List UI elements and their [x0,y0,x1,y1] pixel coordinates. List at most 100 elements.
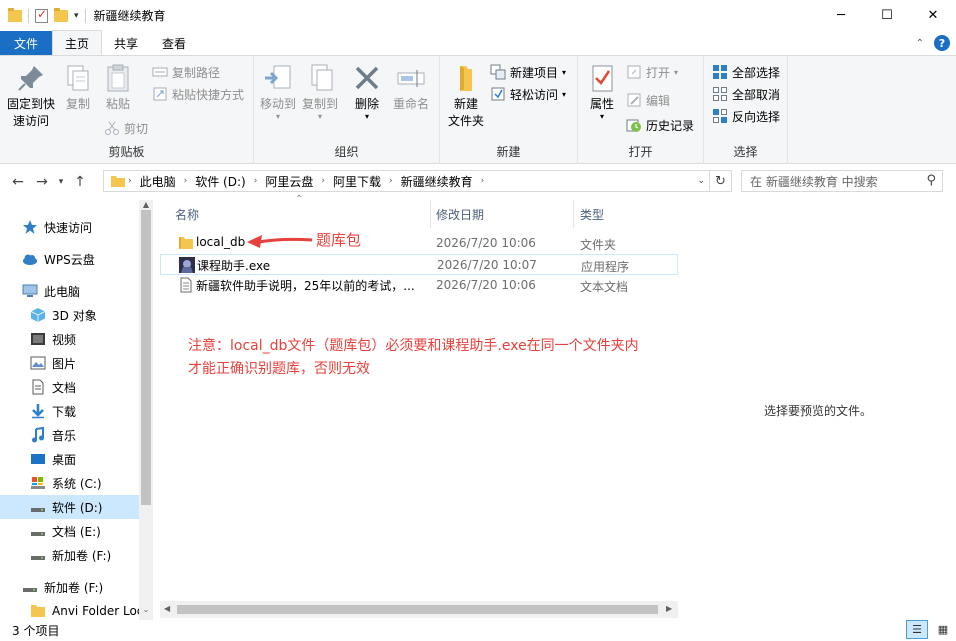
new-folder-icon[interactable] [54,7,68,22]
history-button[interactable]: 历史记录 [626,115,694,135]
nav-drive-f[interactable]: 新加卷 (F:) [0,543,139,567]
breadcrumb-aliyun[interactable]: 阿里云盘 [259,173,319,190]
table-row[interactable]: 课程助手.exe 2026/7/20 10:07 应用程序 [160,254,678,275]
details-view-icon[interactable]: ☰ [906,620,928,639]
nav-desktop[interactable]: 桌面 [0,447,139,471]
nav-pictures[interactable]: 图片 [0,351,139,375]
nav-downloads[interactable]: 下载 [0,399,139,423]
file-list-horizontal-scrollbar[interactable]: ◀ ▶ [160,601,678,618]
large-icons-view-icon[interactable]: ▦ [932,620,954,639]
open-button[interactable]: 打开 ▾ [626,62,678,82]
edit-button[interactable]: 编辑 [626,90,670,110]
column-header-type[interactable]: 类型 [565,200,665,228]
nav-this-pc[interactable]: 此电脑 [0,279,139,303]
nav-drive-e[interactable]: 文档 (E:) [0,519,139,543]
breadcrumb-drive-d[interactable]: 软件 (D:) [189,173,251,190]
drive-icon [30,547,46,563]
rename-button[interactable]: 重命名 [388,62,434,113]
open-icon [626,64,642,80]
help-icon[interactable]: ? [934,35,950,51]
delete-chevron-icon: ▾ [364,112,369,121]
nav-videos[interactable]: 视频 [0,327,139,351]
tab-file[interactable]: 文件 [0,31,52,55]
scroll-up-arrow-icon[interactable]: ▲ [139,200,153,209]
scrollbar-thumb[interactable] [141,210,151,505]
pin-label-line1: 固定到快 [6,97,55,111]
nav-drive-d[interactable]: 软件 (D:) [0,495,139,519]
ribbon: 固定到快 速访问 复制 粘贴 复制路径 粘贴快捷方式 剪切 剪贴板 移动到 ▾ … [0,56,956,164]
nav-pane-scrollbar[interactable]: ▲ ⌄ [139,200,153,620]
forward-arrow-icon[interactable]: → [30,174,54,190]
easy-access-icon [490,86,506,102]
customize-toolbar-chevron-icon[interactable]: ▾ [74,11,79,21]
new-item-chevron-icon: ▾ [562,67,567,77]
pin-to-quick-access-button[interactable]: 固定到快 速访问 [4,62,58,130]
search-input[interactable]: 在 新疆继续教育 中搜索 ⚲ [741,170,943,192]
copy-to-button[interactable]: 复制到 ▾ [300,62,340,121]
search-icon[interactable]: ⚲ [926,173,936,188]
column-header-name[interactable]: 名称 [160,200,420,228]
breadcrumb-this-pc[interactable]: 此电脑 [134,173,182,190]
tab-share[interactable]: 共享 [102,31,150,55]
nav-label: 系统 (C:) [52,476,102,491]
app-icon [179,257,195,273]
scroll-right-arrow-icon[interactable]: ▶ [666,604,672,613]
cut-button[interactable]: 剪切 [104,118,148,138]
file-name: 新疆软件助手说明，25年以前的考试，... [196,279,415,293]
nav-quick-access[interactable]: 快速访问 [0,215,139,239]
nav-label: Anvi Folder Loc [52,604,139,618]
properties-button[interactable]: 属性 ▾ [584,62,620,121]
back-arrow-icon[interactable]: ← [6,174,30,190]
paste-button[interactable]: 粘贴 [100,62,136,113]
nav-3d-objects[interactable]: 3D 对象 [0,303,139,327]
close-button[interactable]: ✕ [910,0,956,30]
select-none-button[interactable]: 全部取消 [712,84,780,104]
invert-selection-button[interactable]: 反向选择 [712,106,780,126]
collapse-ribbon-chevron-icon[interactable]: ⌃ [916,38,924,49]
folder-icon [111,176,125,187]
paste-shortcut-button[interactable]: 粘贴快捷方式 [152,84,244,104]
tab-view[interactable]: 查看 [150,31,198,55]
ribbon-tabs: 文件 主页 共享 查看 ⌃ ? [0,30,956,56]
properties-icon[interactable] [35,7,48,23]
table-row[interactable]: local_db 2026/7/20 10:06 文件夹 [160,233,678,254]
delete-x-icon [351,62,383,94]
nav-music[interactable]: 音乐 [0,423,139,447]
up-arrow-icon[interactable]: ↑ [68,174,92,190]
nav-documents[interactable]: 文档 [0,375,139,399]
annotation-note-line1: 注意：local_db文件（题库包）必须要和课程助手.exe在同一个文件夹内 [188,338,639,354]
tab-home[interactable]: 主页 [52,30,103,55]
address-history-chevron-icon[interactable]: ⌄ [697,176,705,186]
folder-icon[interactable] [8,7,22,22]
delete-button[interactable]: 删除 ▾ [350,62,384,121]
new-item-button[interactable]: 新建项目 ▾ [490,62,566,82]
copy-path-button[interactable]: 复制路径 [152,62,220,82]
scroll-down-arrow-icon[interactable]: ⌄ [139,605,153,614]
preview-empty-text: 选择要预览的文件。 [764,404,873,418]
scroll-left-arrow-icon[interactable]: ◀ [164,604,170,613]
breadcrumb-current-folder[interactable]: 新疆继续教育 [395,173,479,190]
new-folder-button[interactable]: 新建 文件夹 [444,62,488,130]
maximize-button[interactable]: ☐ [864,0,910,30]
move-to-icon [262,62,294,94]
address-bar[interactable]: › 此电脑 › 软件 (D:) › 阿里云盘 › 阿里下载 › 新疆继续教育 ›… [103,170,710,192]
move-to-button[interactable]: 移动到 ▾ [258,62,298,121]
column-header-date[interactable]: 修改日期 [421,200,561,228]
refresh-icon[interactable]: ↻ [710,170,732,192]
annotation-arrow-icon [247,235,313,248]
nav-wps-cloud[interactable]: WPS云盘 [0,247,139,271]
easy-access-button[interactable]: 轻松访问 ▾ [490,84,566,104]
invert-selection-label: 反向选择 [732,109,781,124]
scrollbar-thumb[interactable] [177,605,658,614]
nav-drive-c[interactable]: 系统 (C:) [0,471,139,495]
table-row[interactable]: 新疆软件助手说明，25年以前的考试，... 2026/7/20 10:06 文本… [160,275,678,296]
nav-drive-f-root[interactable]: 新加卷 (F:) [0,575,139,599]
cube-icon [30,307,46,323]
breadcrumb-ali-download[interactable]: 阿里下载 [327,173,387,190]
select-all-button[interactable]: 全部选择 [712,62,780,82]
new-folder-icon [450,62,482,94]
window-controls: ─ ☐ ✕ [818,0,956,30]
minimize-button[interactable]: ─ [818,0,864,30]
copy-button[interactable]: 复制 [60,62,96,113]
recent-locations-chevron-icon[interactable]: ▾ [54,177,68,187]
